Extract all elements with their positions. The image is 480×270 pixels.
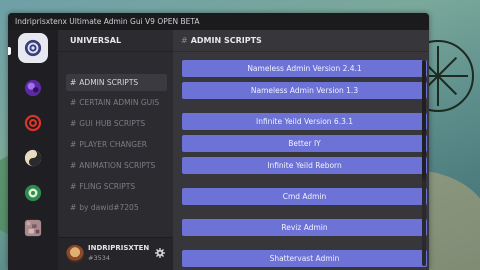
panel-title: # ADMIN SCRIPTS bbox=[173, 30, 429, 52]
script-button-nameless-admin-2-4-1[interactable]: Nameless Admin Version 2.4.1 bbox=[182, 60, 427, 77]
sidebar-item-admin-scripts[interactable]: # ADMIN SCRIPTS bbox=[66, 74, 167, 91]
hash-icon: # bbox=[70, 203, 77, 212]
sidebar-item-label: ANIMATION SCRIPTS bbox=[79, 161, 156, 170]
server-red[interactable] bbox=[18, 108, 48, 138]
script-button-nameless-admin-1-3[interactable]: Nameless Admin Version 1.3 bbox=[182, 82, 427, 99]
server-green[interactable] bbox=[18, 178, 48, 208]
script-list-panel: # ADMIN SCRIPTS Nameless Admin Version 2.… bbox=[173, 30, 429, 270]
purple-orb-icon bbox=[24, 79, 42, 97]
admin-gui-window: Indriprisxtenx Ultimate Admin Gui V9 OPE… bbox=[8, 13, 429, 270]
user-profile-panel: INDRIPRISXTEN #3534 bbox=[58, 237, 173, 270]
scrollbar[interactable] bbox=[422, 60, 426, 266]
scrollbar-thumb[interactable] bbox=[422, 60, 426, 180]
panel-title-label: ADMIN SCRIPTS bbox=[190, 36, 262, 45]
script-button-infinite-yeild-reborn[interactable]: Infinite Yeild Reborn bbox=[182, 157, 427, 174]
green-orb-icon bbox=[24, 184, 42, 202]
hash-icon: # bbox=[70, 161, 77, 170]
window-title[interactable]: Indriprisxtenx Ultimate Admin Gui V9 OPE… bbox=[8, 13, 429, 30]
server-rail bbox=[8, 30, 58, 270]
sidebar-item-label: by dawid#7205 bbox=[79, 203, 139, 212]
hash-icon: # bbox=[181, 36, 188, 45]
server-purple[interactable] bbox=[18, 73, 48, 103]
sidebar-title: UNIVERSAL bbox=[58, 30, 173, 52]
settings-gear-icon[interactable] bbox=[155, 248, 165, 258]
sidebar-item-label: GUI HUB SCRIPTS bbox=[79, 119, 146, 128]
sidebar-item-player-changer[interactable]: # PLAYER CHANGER bbox=[66, 136, 167, 153]
script-button-reviz-admin[interactable]: Reviz Admin bbox=[182, 219, 427, 236]
active-server-marker bbox=[8, 47, 11, 55]
yin-yang-icon bbox=[24, 149, 42, 167]
server-noise[interactable] bbox=[18, 213, 48, 243]
red-swirl-icon bbox=[24, 114, 42, 132]
script-button-infinite-yeild-6-3-1[interactable]: Infinite Yeild Version 6.3.1 bbox=[182, 113, 427, 130]
sidebar-item-label: FLING SCRIPTS bbox=[79, 182, 136, 191]
sidebar-item-label: PLAYER CHANGER bbox=[79, 140, 148, 149]
sidebar-item-label: CERTAIN ADMIN GUIS bbox=[79, 98, 160, 107]
sidebar-item-credits[interactable]: # by dawid#7205 bbox=[66, 199, 167, 216]
server-yin-yang[interactable] bbox=[18, 143, 48, 173]
script-button-better-iy[interactable]: Better IY bbox=[182, 135, 427, 152]
hash-icon: # bbox=[70, 119, 77, 128]
sidebar-item-label: ADMIN SCRIPTS bbox=[79, 78, 139, 87]
hash-icon: # bbox=[70, 98, 77, 107]
profile-username: INDRIPRISXTEN bbox=[88, 244, 150, 252]
category-sidebar: UNIVERSAL # ADMIN SCRIPTS # CERTAIN ADMIN … bbox=[58, 30, 173, 270]
sidebar-item-gui-hub-scripts[interactable]: # GUI HUB SCRIPTS bbox=[66, 115, 167, 132]
avatar[interactable] bbox=[66, 245, 84, 263]
hash-icon: # bbox=[70, 182, 77, 191]
profile-tag: #3534 bbox=[88, 254, 110, 262]
script-button-shattervast-admin[interactable]: Shattervast Admin bbox=[182, 250, 427, 267]
server-script-hub[interactable] bbox=[18, 33, 48, 63]
hash-icon: # bbox=[70, 78, 77, 87]
sidebar-item-animation-scripts[interactable]: # ANIMATION SCRIPTS bbox=[66, 157, 167, 174]
sidebar-item-certain-admin-guis[interactable]: # CERTAIN ADMIN GUIS bbox=[66, 94, 167, 111]
script-button-cmd-admin[interactable]: Cmd Admin bbox=[182, 188, 427, 205]
noise-tile-icon bbox=[24, 219, 42, 237]
script-hub-icon bbox=[24, 39, 42, 57]
hash-icon: # bbox=[70, 140, 77, 149]
sidebar-item-fling-scripts[interactable]: # FLING SCRIPTS bbox=[66, 178, 167, 195]
